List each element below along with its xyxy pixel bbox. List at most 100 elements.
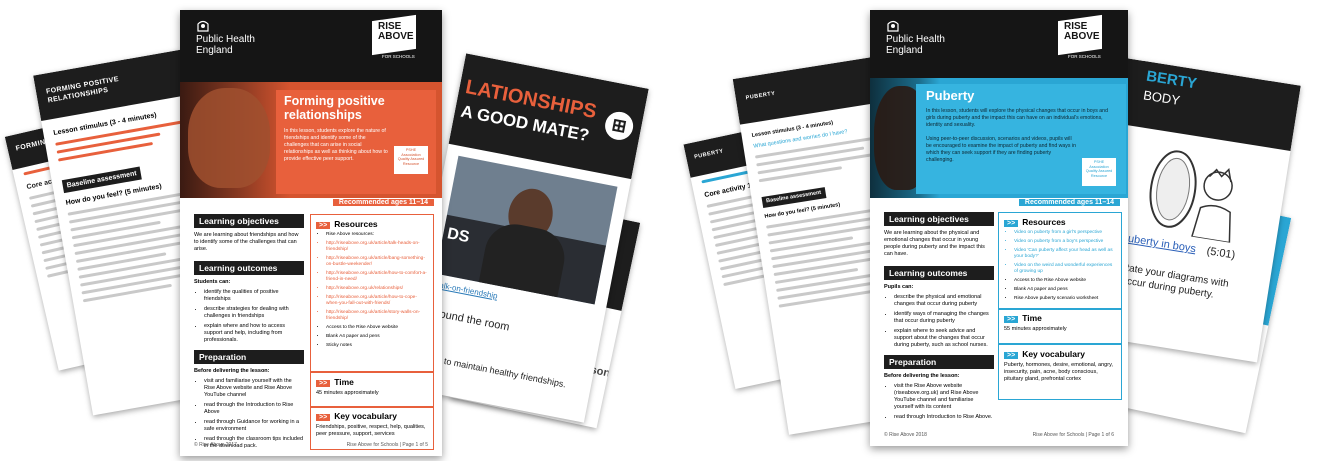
list-item: visit and familiarise yourself with the … — [204, 378, 304, 399]
list-item: visit the Rise Above website (riseabove.… — [894, 383, 994, 411]
list-item: Access to the Rise Above website — [326, 325, 428, 331]
right-hero: Puberty In this lesson, students will ex… — [870, 78, 1128, 198]
crest-icon — [887, 20, 899, 32]
right-main-column: Learning objectives We are learning abou… — [884, 212, 994, 424]
left-time-label: Time — [334, 377, 354, 387]
right-prep-lead: Before delivering the lesson: — [884, 373, 960, 379]
left-resources-list: Rise Above resources: http://riseabove.o… — [316, 232, 428, 349]
left-vocab-label: Key vocabulary — [334, 411, 398, 421]
resource-link[interactable]: http://riseabove.org.uk/article/story-wa… — [326, 310, 428, 322]
left-resources-label: Resources — [334, 219, 378, 229]
left-prep-list: visit and familiarise yourself with the … — [194, 378, 304, 450]
right-outcomes-lead: Pupils can: — [884, 284, 914, 290]
right-prep-list: visit the Rise Above website (riseabove.… — [884, 383, 994, 421]
right-hero-text2: Using peer-to-peer discussion, scenarios… — [926, 136, 1076, 163]
resource-link[interactable]: http://riseabove.org.uk/relationships/ — [326, 286, 428, 292]
left-resources-box: >>Resources Rise Above resources: http:/… — [310, 214, 434, 372]
left-footer: © Rise Above 2017 Rise Above for Schools… — [194, 442, 428, 448]
list-item: read through the Introduction to Rise Ab… — [204, 402, 304, 416]
left-hero-face — [188, 88, 270, 188]
right-age-label: Recommended ages 11–14 — [1018, 199, 1120, 206]
film-icon — [602, 109, 636, 143]
list-item: identify ways of managing the changes th… — [894, 311, 994, 325]
left-age-label: Recommended ages 11–14 — [332, 199, 434, 206]
right-slide-illustration — [1137, 139, 1260, 245]
resource-link[interactable]: http://riseabove.org.uk/article/how-to-c… — [326, 295, 428, 307]
left-objectives-text: We are learning about friendships and ho… — [194, 232, 299, 252]
right-outcomes-list: describe the physical and emotional chan… — [884, 294, 994, 349]
resource-link[interactable]: Video on puberty from a boy's perspectiv… — [1014, 239, 1116, 245]
left-time-heading: >> Time — [316, 377, 428, 387]
right-objectives-heading: Learning objectives — [884, 212, 994, 226]
right-time-box: >> Time 55 minutes approximately — [998, 308, 1122, 344]
right-vocab-text: Puberty, hormones, desire, emotional, an… — [1004, 362, 1113, 382]
right-phe-logo: Public Health England — [886, 20, 945, 56]
right-resources-list: Video on puberty from a girl's perspecti… — [1004, 230, 1116, 302]
list-item: identify the qualities of positive frien… — [204, 289, 304, 303]
resource-link[interactable]: http://riseabove.org.uk/article/how-to-c… — [326, 271, 428, 283]
list-item: explain where to seek advice and support… — [894, 328, 994, 349]
list-item: Rise Above resources: — [326, 232, 428, 238]
left-prep-heading: Preparation — [194, 350, 304, 364]
right-phe-line1: Public Health — [886, 34, 945, 45]
list-item: describe strategies for dealing with cha… — [204, 306, 304, 320]
right-time-text: 55 minutes approximately — [1004, 326, 1067, 332]
list-item: explain where and how to access support … — [204, 323, 304, 344]
left-age-band: Recommended ages 11–14 — [180, 198, 442, 210]
right-front-sheet: Public Health England RISE ABOVE FOR SCH… — [870, 10, 1128, 446]
left-outcomes-list: identify the qualities of positive frien… — [194, 289, 304, 344]
left-main-column: Learning objectives We are learning abou… — [194, 214, 304, 453]
list-item: read through Guidance for working in a s… — [204, 419, 304, 433]
left-phe-logo: Public Health England — [196, 20, 255, 56]
left-slide-video[interactable]: DS — [435, 155, 618, 305]
left-footer-left: © Rise Above 2017 — [194, 442, 237, 448]
list-item: Sticky notes — [326, 343, 428, 349]
left-footer-right: Rise Above for Schools | Page 1 of 5 — [346, 442, 428, 448]
resource-link[interactable]: Video 'Can puberty affect your head as w… — [1014, 248, 1116, 260]
left-quality-badge: PSHE Association Quality Assured Resourc… — [394, 146, 428, 174]
right-vocab-box: >> Key vocabulary Puberty, hormones, desi… — [998, 344, 1122, 400]
right-objectives-text: We are learning about the physical and e… — [884, 230, 985, 257]
resource-link[interactable]: http://riseabove.org.uk/article/talk-hea… — [326, 241, 428, 253]
right-time-heading: >> Time — [1004, 313, 1116, 323]
right-hero-title: Puberty — [926, 88, 975, 103]
left-resources-heading: >> Resources — [316, 219, 428, 229]
left-objectives-heading: Learning objectives — [194, 214, 304, 228]
left-logo-above: ABOVE — [378, 31, 414, 42]
left-vocab-text: Friendships, positive, respect, help, qu… — [316, 424, 426, 437]
left-phe-line2: England — [196, 45, 233, 56]
list-item: Access to the Rise Above website — [1014, 278, 1116, 284]
left-time-text: 45 minutes approximately — [316, 390, 379, 396]
left-hero-text: In this lesson, students explore the nat… — [284, 128, 388, 162]
list-item: describe the physical and emotional chan… — [894, 294, 994, 308]
left-outcomes-heading: Learning outcomes — [194, 261, 304, 275]
right-time-label: Time — [1022, 313, 1042, 323]
right-prep-heading: Preparation — [884, 355, 994, 369]
list-item: Blank A4 paper and pens — [1014, 287, 1116, 293]
right-quality-badge: PSHE Association Quality Assured Resourc… — [1082, 158, 1116, 186]
left-rise-above-logo: RISE ABOVE FOR SCHOOLS — [372, 14, 424, 62]
right-resources-box: >>Resources Video on puberty from a girl… — [998, 212, 1122, 310]
right-back-sheet-2-header: PUBERTY — [745, 90, 776, 102]
left-slide-ways: ways to maintain healthy friendships. — [420, 351, 567, 390]
left-vocab-heading: >> Key vocabulary — [316, 411, 428, 421]
right-vocab-heading: >> Key vocabulary — [1004, 349, 1116, 359]
mirror-boy-illustration — [1149, 150, 1233, 244]
right-logo-above: ABOVE — [1064, 31, 1100, 42]
left-hero-title: Forming positive relationships — [284, 94, 385, 122]
left-hero: Forming positive relationships In this l… — [180, 82, 442, 198]
left-phe-line1: Public Health — [196, 34, 255, 45]
right-front-topbar: Public Health England RISE ABOVE FOR SCH… — [870, 10, 1128, 78]
resource-link[interactable]: Video on puberty from a girl's perspecti… — [1014, 230, 1116, 236]
list-item: read through Introduction to Rise Above. — [894, 414, 994, 421]
left-outcomes-lead: Students can: — [194, 279, 231, 285]
right-slide-duration: (5:01) — [1205, 245, 1236, 262]
right-resources-heading: >> Resources — [1004, 217, 1116, 227]
crest-icon — [197, 20, 209, 32]
resource-link[interactable]: Video on the weird and wonderful experie… — [1014, 263, 1116, 275]
right-age-band: Recommended ages 11–14 — [870, 198, 1128, 210]
left-front-topbar: Public Health England RISE ABOVE FOR SCH… — [180, 10, 442, 82]
resource-link[interactable]: http://riseabove.org.uk/article/bang-som… — [326, 256, 428, 268]
right-outcomes-heading: Learning outcomes — [884, 266, 994, 280]
right-resources-label: Resources — [1022, 217, 1066, 227]
